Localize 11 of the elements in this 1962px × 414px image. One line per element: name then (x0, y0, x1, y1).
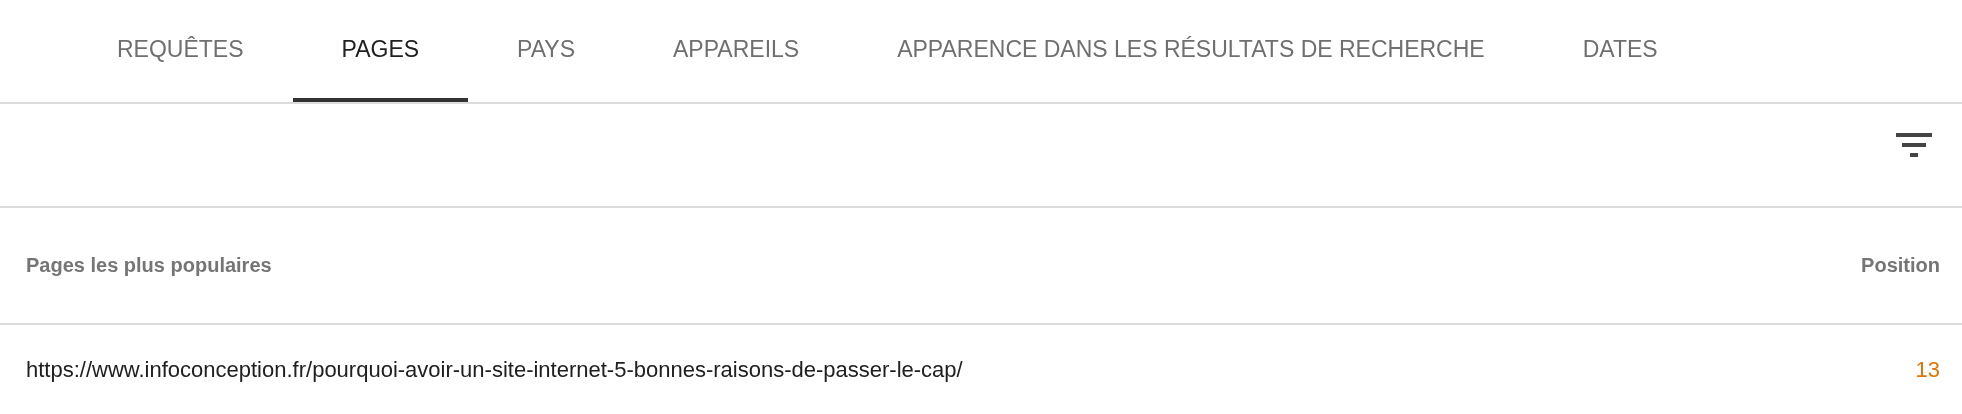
tab[interactable]: PAYS (468, 0, 625, 102)
tab[interactable]: DATES (1533, 0, 1707, 102)
filter-icon[interactable] (1896, 133, 1932, 157)
tab[interactable]: APPAREILS (624, 0, 849, 102)
tab[interactable]: APPARENCE DANS LES RÉSULTATS DE RECHERCHE (848, 0, 1534, 102)
tab[interactable]: PAGES (292, 0, 469, 102)
column-header: Pages les plus populaires (26, 254, 272, 277)
page-url[interactable]: https://www.infoconception.fr/pourquoi-avoir-un-site-internet-5-bonnes-raisons-de-passer-le-cap/ (26, 357, 963, 383)
tab[interactable]: REQUÊTES (68, 0, 293, 102)
position-value: 13 (1915, 357, 1940, 383)
column-header: Position (1861, 254, 1940, 277)
